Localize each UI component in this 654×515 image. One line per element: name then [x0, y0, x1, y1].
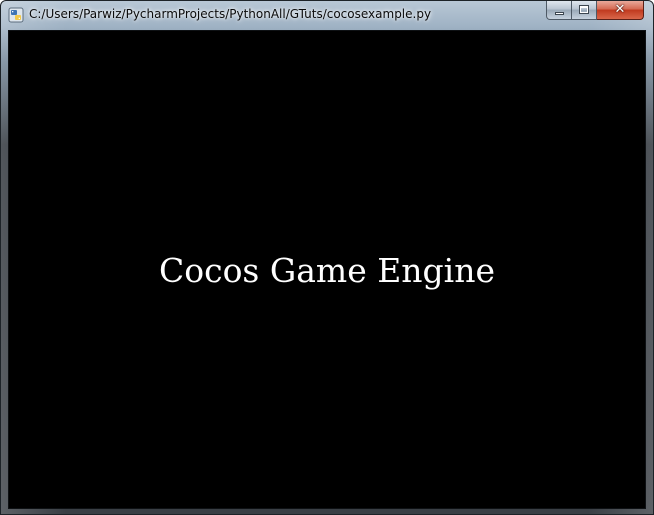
minimize-button[interactable] — [546, 1, 572, 20]
close-icon: ✕ — [614, 2, 626, 17]
maximize-button[interactable] — [572, 1, 597, 20]
python-icon[interactable] — [8, 7, 24, 23]
minimize-icon — [555, 12, 564, 15]
app-window: C:/Users/Parwiz/PycharmProjects/PythonAl… — [0, 0, 654, 515]
caption-buttons: ✕ — [546, 1, 644, 20]
maximize-icon — [579, 5, 589, 14]
game-title-label: Cocos Game Engine — [158, 251, 496, 290]
game-canvas[interactable]: Cocos Game Engine — [8, 30, 646, 509]
window-title: C:/Users/Parwiz/PycharmProjects/PythonAl… — [29, 7, 432, 21]
close-button[interactable]: ✕ — [597, 1, 644, 20]
title-bar[interactable]: C:/Users/Parwiz/PycharmProjects/PythonAl… — [1, 1, 653, 29]
